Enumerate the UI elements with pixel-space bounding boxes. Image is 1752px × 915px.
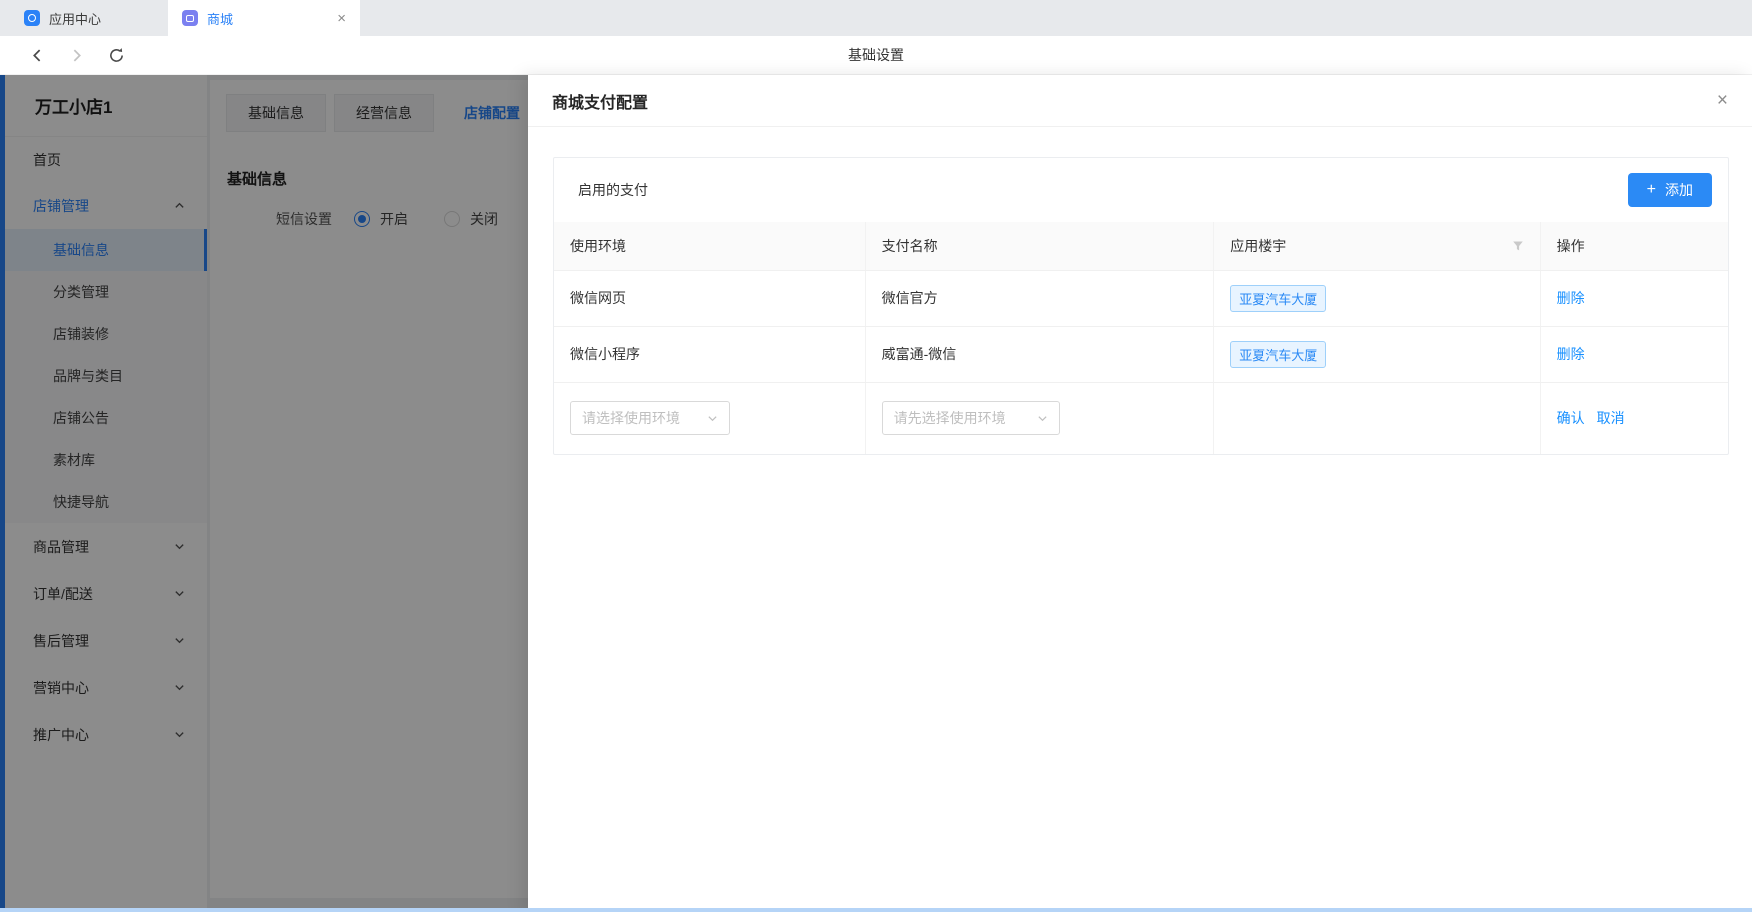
column-header-payment-name: 支付名称 [865, 222, 1215, 271]
window-bottom-edge [0, 908, 1752, 915]
refresh-icon[interactable] [108, 47, 125, 64]
column-header-environment: 使用环境 [554, 222, 866, 271]
table-row: 微信小程序 威富通-微信 亚夏汽车大厦 删除 [554, 326, 1728, 383]
cell-environment: 微信网页 [554, 270, 866, 327]
cell-building-empty [1213, 382, 1541, 454]
cell-actions: 删除 [1540, 326, 1728, 383]
app-region: 万工小店1 首页 店铺管理 基础信息 分类管理 店铺装修 品牌与类目 店铺公告 … [0, 75, 1752, 915]
page-title: 基础设置 [848, 47, 904, 63]
back-icon[interactable] [30, 48, 45, 63]
add-button[interactable]: + 添加 [1627, 173, 1712, 207]
drawer-header: 商城支付配置 × [528, 75, 1752, 127]
enabled-payments-label: 启用的支付 [578, 182, 648, 198]
drawer-mask[interactable] [0, 75, 528, 915]
cell-building: 亚夏汽车大厦 [1213, 326, 1541, 383]
environment-select[interactable]: 请选择使用环境 [570, 401, 730, 436]
payments-table: 使用环境 支付名称 应用楼宇 操作 微信网页 微信官方 亚夏汽车大厦 删除 微信… [554, 222, 1728, 454]
browser-tab-app-center[interactable]: 应用中心 [10, 0, 168, 36]
delete-link[interactable]: 删除 [1557, 346, 1585, 362]
browser-tab-label: 商城 [207, 11, 234, 27]
table-header-row: 使用环境 支付名称 应用楼宇 操作 [554, 222, 1728, 271]
cell-environment-select: 请选择使用环境 [554, 382, 866, 454]
cell-payment-name-select: 请先选择使用环境 [865, 382, 1215, 454]
plus-icon: + [1646, 181, 1656, 198]
confirm-link[interactable]: 确认 [1557, 410, 1585, 426]
enabled-payments-card: 启用的支付 + 添加 使用环境 支付名称 应用楼宇 操作 微信网页 微信官方 亚… [553, 157, 1729, 455]
delete-link[interactable]: 删除 [1557, 290, 1585, 306]
table-row: 微信网页 微信官方 亚夏汽车大厦 删除 [554, 270, 1728, 327]
app-center-icon [24, 10, 40, 26]
chevron-down-icon [1037, 413, 1048, 424]
navigation-bar: 基础设置 [0, 36, 1752, 75]
drawer-title: 商城支付配置 [552, 94, 649, 112]
building-tag: 亚夏汽车大厦 [1230, 340, 1327, 368]
card-header: 启用的支付 + 添加 [554, 158, 1728, 222]
cell-actions: 删除 [1540, 270, 1728, 327]
filter-icon[interactable] [1512, 240, 1524, 252]
column-header-actions: 操作 [1540, 222, 1728, 271]
building-tag: 亚夏汽车大厦 [1230, 284, 1327, 312]
cell-payment-name: 威富通-微信 [865, 326, 1215, 383]
table-editor-row: 请选择使用环境 请先选择使用环境 确认 取消 [554, 382, 1728, 454]
payment-config-drawer: 商城支付配置 × 启用的支付 + 添加 使用环境 支付名称 应用楼宇 操作 微信… [528, 75, 1752, 915]
cell-building: 亚夏汽车大厦 [1213, 270, 1541, 327]
cell-editor-actions: 确认 取消 [1540, 382, 1728, 454]
drawer-body: 启用的支付 + 添加 使用环境 支付名称 应用楼宇 操作 微信网页 微信官方 亚… [528, 127, 1752, 455]
cell-environment: 微信小程序 [554, 326, 866, 383]
browser-tabbar: 应用中心 商城 × [0, 0, 1752, 36]
payment-name-select[interactable]: 请先选择使用环境 [881, 401, 1060, 436]
column-header-building: 应用楼宇 [1213, 222, 1541, 271]
chevron-down-icon [707, 413, 718, 424]
tab-close-icon[interactable]: × [337, 11, 346, 26]
cell-payment-name: 微信官方 [865, 270, 1215, 327]
mall-icon [182, 10, 198, 26]
cancel-link[interactable]: 取消 [1597, 410, 1625, 426]
browser-tab-mall[interactable]: 商城 × [168, 0, 360, 36]
browser-tab-label: 应用中心 [49, 11, 102, 27]
forward-icon[interactable] [69, 48, 84, 63]
close-icon[interactable]: × [1717, 91, 1728, 110]
